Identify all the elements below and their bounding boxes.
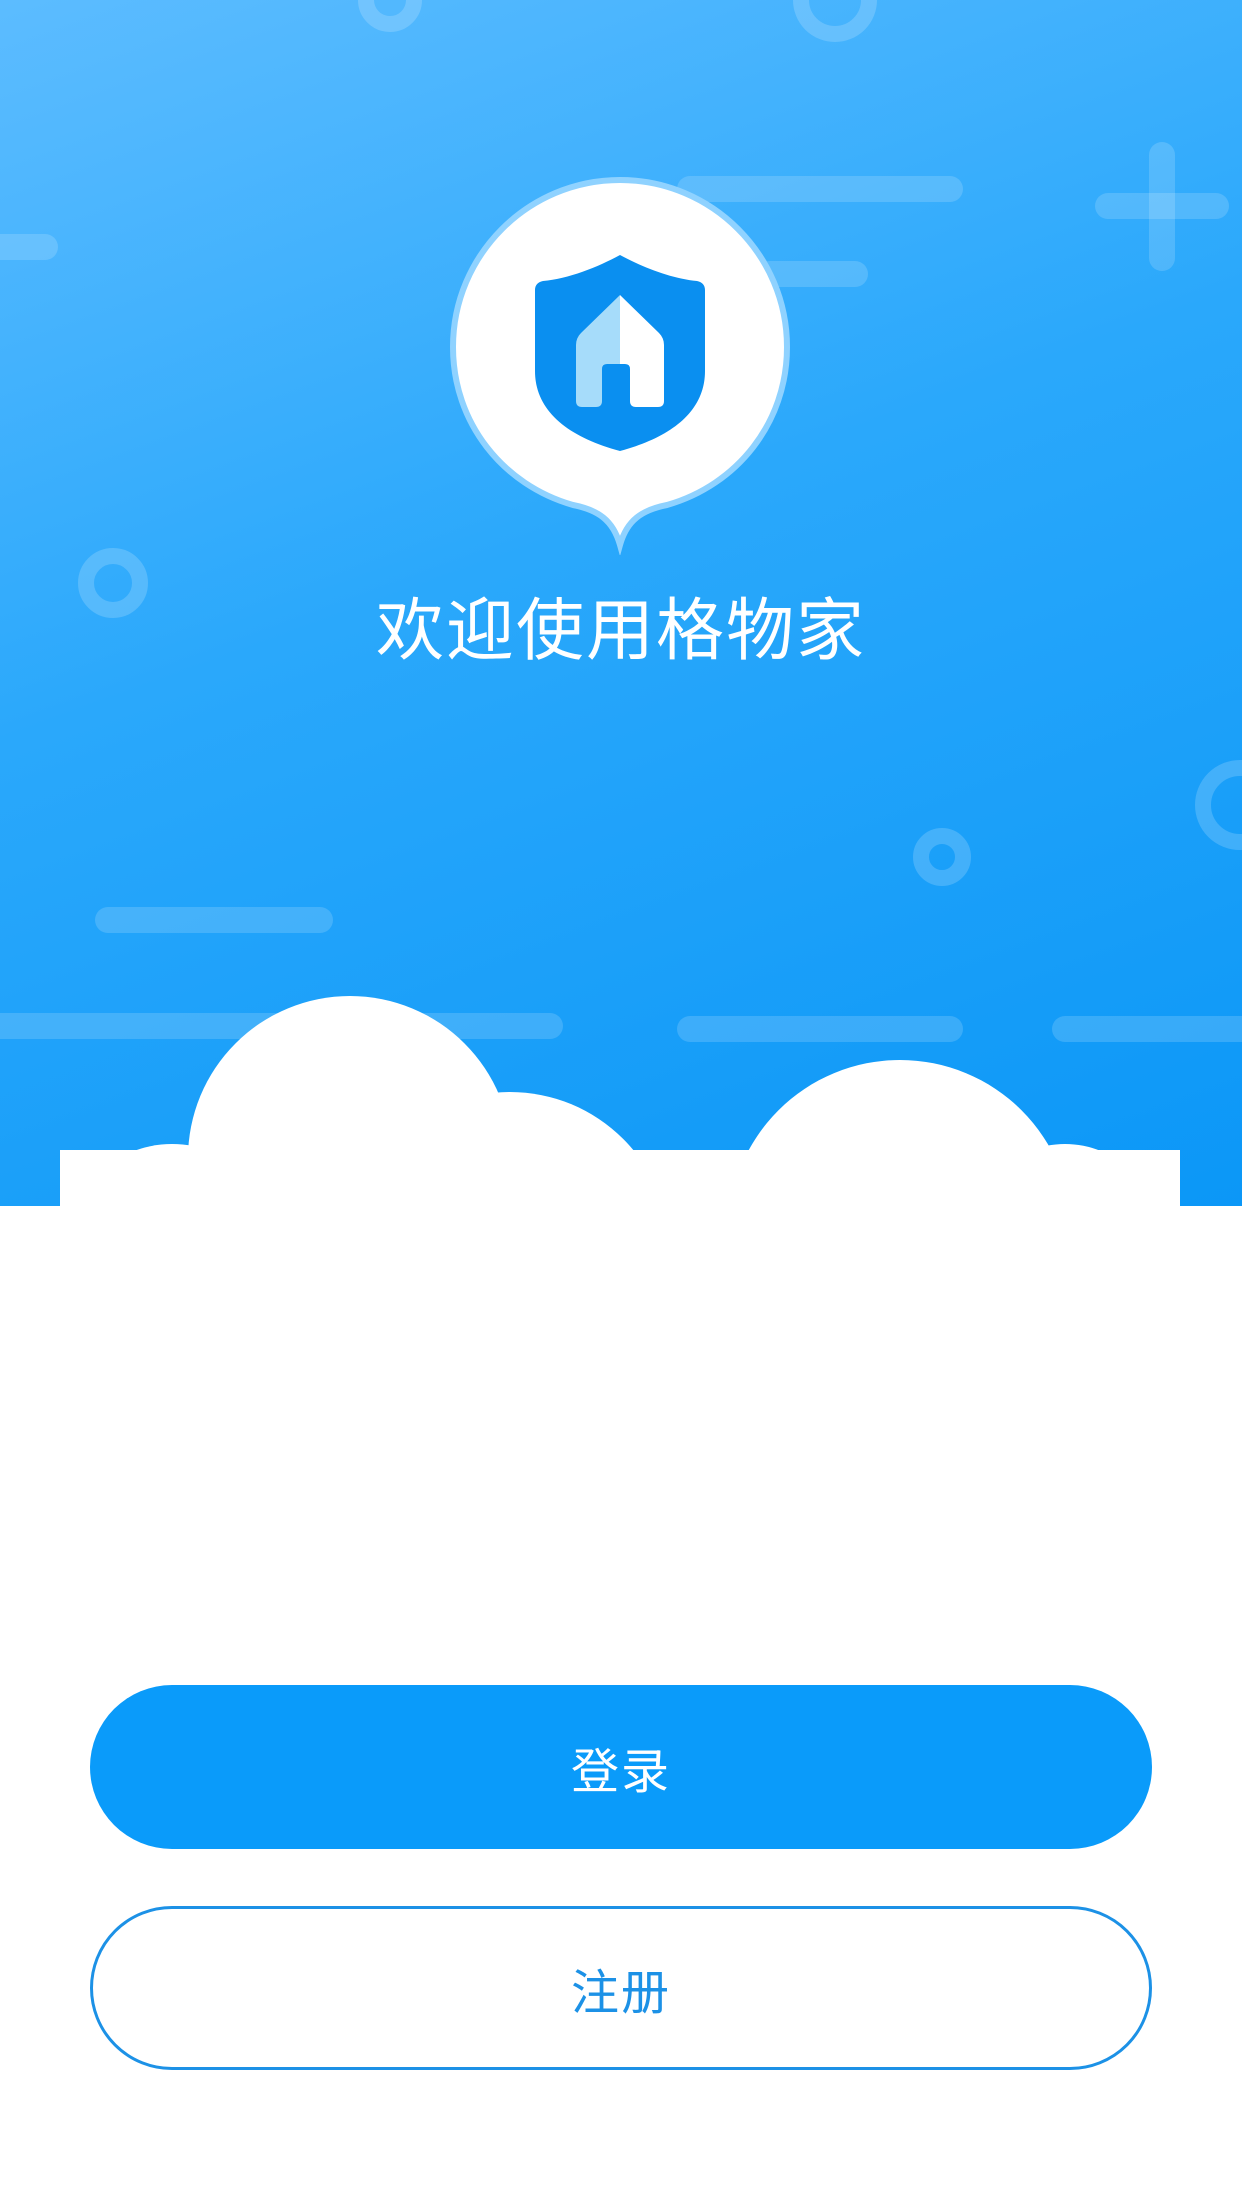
welcome-screen: 欢迎使用格物家 登录 注册 (0, 0, 1242, 2208)
login-button[interactable]: 登录 (90, 1685, 1152, 1849)
hero-banner: 欢迎使用格物家 (0, 0, 1242, 1206)
welcome-title: 欢迎使用格物家 (375, 592, 866, 671)
shield-house-icon (535, 255, 705, 451)
app-logo (449, 176, 791, 555)
register-button[interactable]: 注册 (90, 1906, 1152, 2070)
